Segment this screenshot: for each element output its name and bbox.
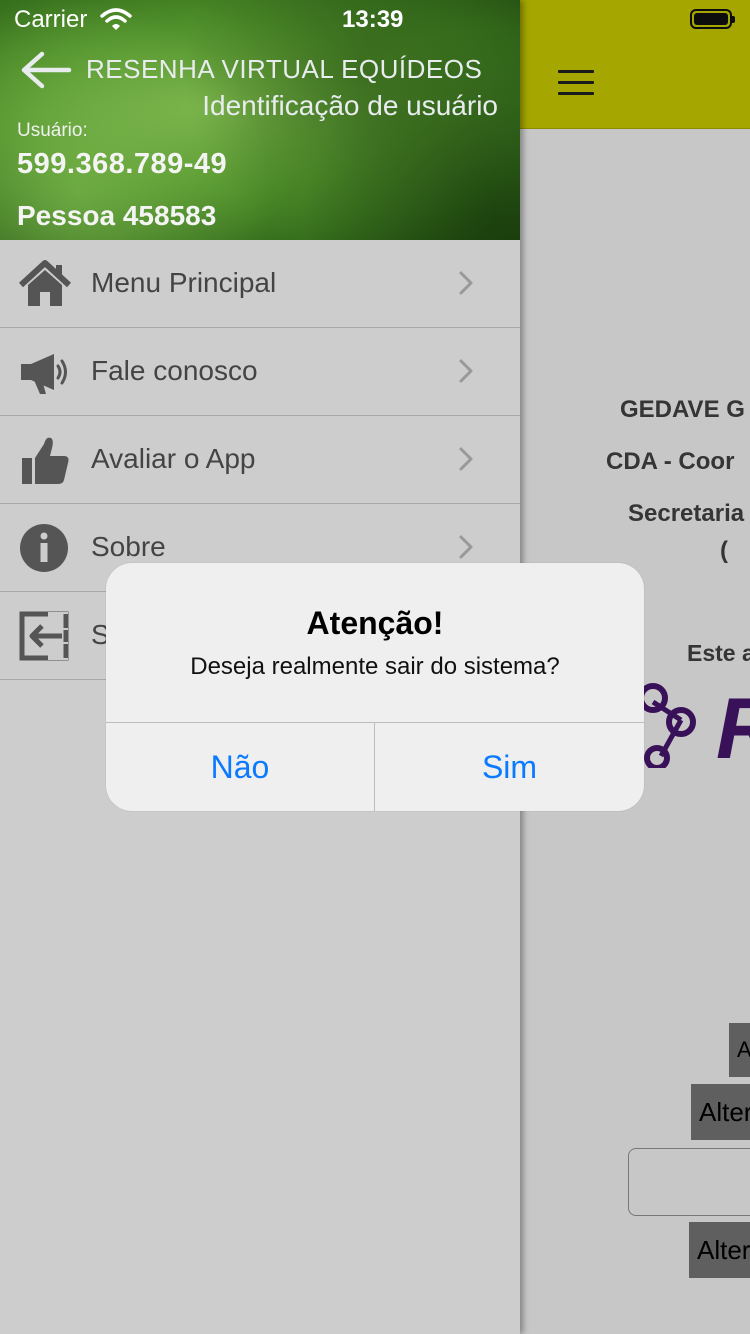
alert-cancel-button[interactable]: Não <box>106 723 374 811</box>
alert-confirm-button[interactable]: Sim <box>375 723 644 811</box>
confirm-logout-alert: Atenção! Deseja realmente sair do sistem… <box>106 563 644 811</box>
alert-message: Deseja realmente sair do sistema? <box>190 653 560 680</box>
alert-title: Atenção! <box>306 605 444 641</box>
